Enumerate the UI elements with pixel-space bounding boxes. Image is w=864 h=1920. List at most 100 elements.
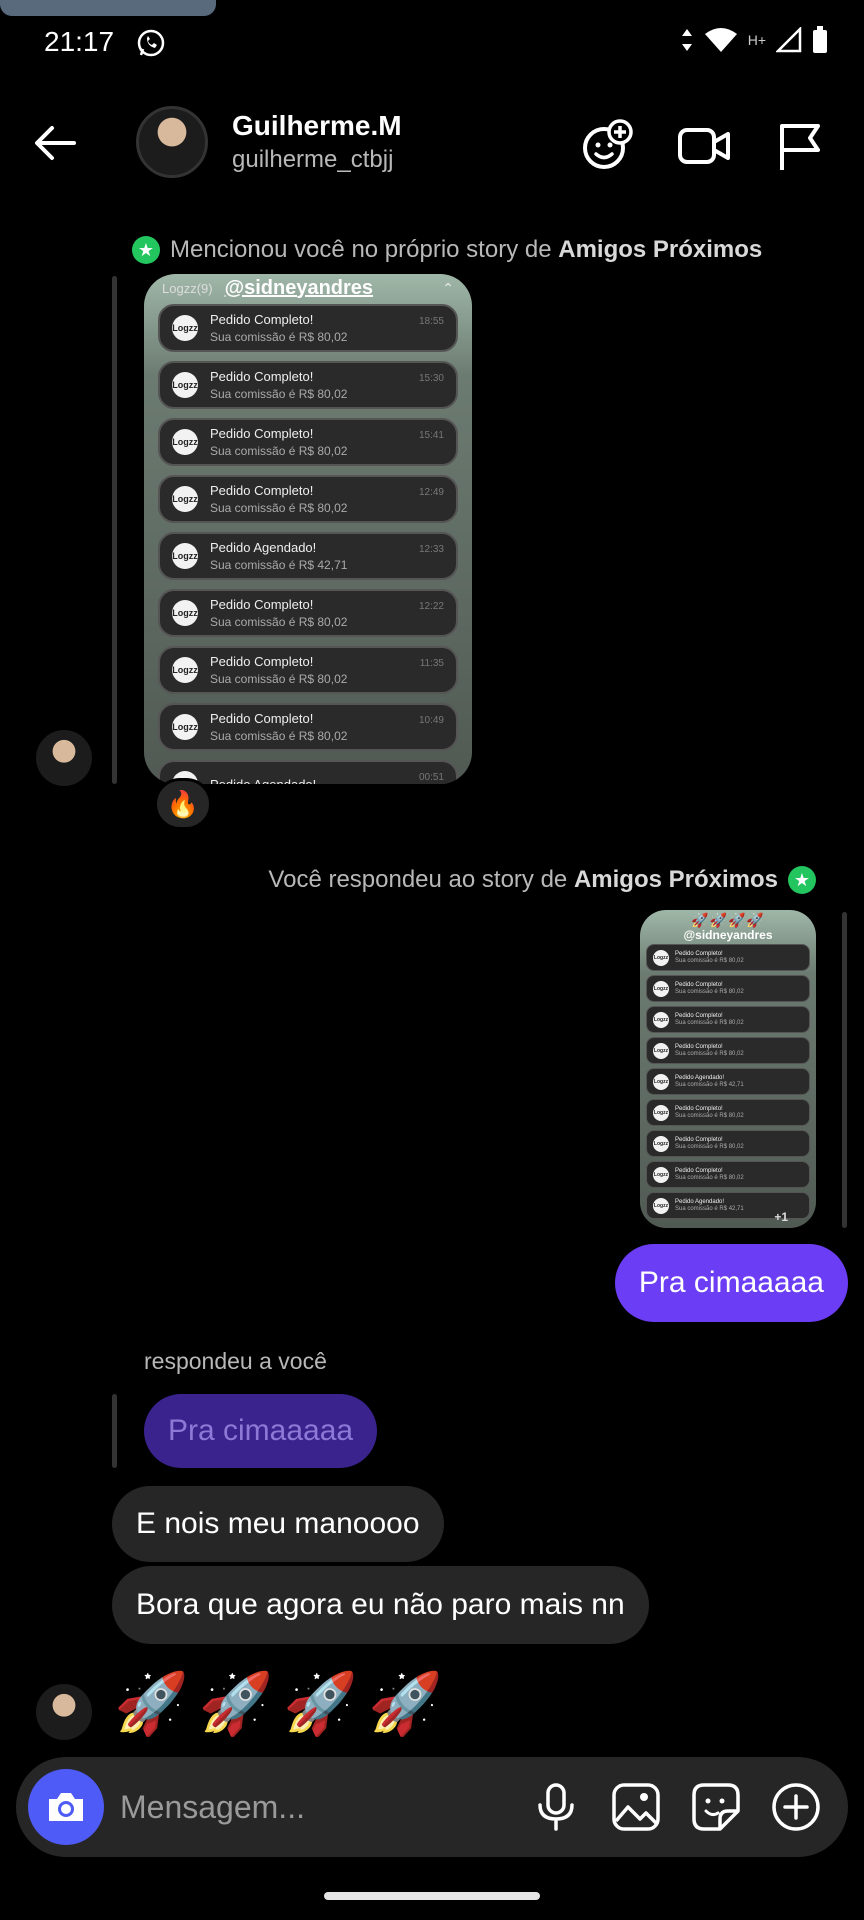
status-bar-pill <box>0 0 216 16</box>
incoming-message[interactable]: E nois meu manoooo <box>112 1486 444 1562</box>
sticker-icon[interactable] <box>690 1781 742 1833</box>
incoming-message[interactable]: Bora que agora eu não paro mais nn <box>112 1566 649 1644</box>
notification-title: Pedido Completo! <box>210 369 314 384</box>
notification-text: Pedido Completo! Sua comissão é R$ 80,02 <box>675 1013 803 1026</box>
message-input[interactable] <box>120 1783 440 1831</box>
notification-text: Pedido Completo! Sua comissão é R$ 80,02 <box>675 1106 803 1119</box>
quoted-text: Pra cimaaaaa <box>168 1414 354 1447</box>
signal-icon <box>776 27 802 53</box>
notification-time: 12:49 <box>418 486 444 498</box>
sender-avatar[interactable] <box>36 1684 92 1740</box>
logzz-logo-icon: Logzz <box>172 372 198 398</box>
quoted-message[interactable]: Pra cimaaaaa <box>144 1394 378 1468</box>
story-notification-row: Logzz Pedido Completo! Sua comissão é R$ 8… <box>646 1130 810 1157</box>
story-mention: @sidneyandres <box>683 928 773 942</box>
story-notification-row: Logzz Pedido Completo! Sua comissão é R$ 8… <box>158 703 458 751</box>
logzz-logo-icon: Logzz <box>653 1135 669 1152</box>
notification-body: Sua comissão é R$ 80,02 <box>210 330 348 344</box>
notification-time: 18:55 <box>418 315 444 327</box>
mention-notice: ★ Mencionou você no próprio story de Ami… <box>132 236 762 264</box>
story-notification-row: Logzz Pedido Completo! Sua comissão é R$ 8… <box>158 589 458 637</box>
notification-title: Pedido Agendado! <box>210 540 317 555</box>
message-text: Pra cimaaaaa <box>638 1266 824 1299</box>
notification-body: Sua comissão é R$ 80,02 <box>210 729 348 743</box>
notification-text: Pedido Completo! Sua comissão é R$ 80,02 <box>210 426 419 458</box>
notification-body: Sua comissão é R$ 80,02 <box>675 1144 744 1150</box>
plus-icon[interactable] <box>770 1781 822 1833</box>
logzz-logo-icon: Logzz <box>172 486 198 512</box>
contact-username[interactable]: guilherme_ctbjj <box>232 146 393 174</box>
logzz-logo-icon: Logzz <box>653 1104 669 1121</box>
notification-body: Sua comissão é R$ 80,02 <box>675 1051 744 1057</box>
notification-time: 12:33 <box>418 543 444 555</box>
notification-title: Pedido Completo! <box>210 654 314 669</box>
flag-icon[interactable] <box>772 118 828 174</box>
story-notification-list: Logzz Pedido Completo! Sua comissão é R$ 8… <box>640 944 816 1219</box>
logzz-logo-icon: Logzz <box>172 543 198 569</box>
reply-notice-bold: Amigos Próximos <box>573 866 778 893</box>
emoji-message[interactable]: 🚀🚀🚀🚀 <box>114 1668 453 1739</box>
story-app-label: Logzz(9) <box>162 280 213 296</box>
story-notification-row: Logzz Pedido Agendado! Sua comissão é R$ 4… <box>646 1068 810 1095</box>
logzz-logo-icon: Logzz <box>653 1042 669 1059</box>
add-effect-icon[interactable] <box>580 118 636 174</box>
notification-text: Pedido Completo! Sua comissão é R$ 80,02 <box>210 597 419 629</box>
microphone-icon[interactable] <box>530 1781 582 1833</box>
notification-title: Pedido Completo! <box>210 483 314 498</box>
sender-avatar[interactable] <box>36 730 92 786</box>
logzz-logo-icon: Logzz <box>653 1073 669 1090</box>
story-preview-outgoing[interactable]: 🚀🚀🚀🚀 @sidneyandres Logzz Pedido Completo!… <box>640 910 816 1228</box>
thread-line <box>112 276 117 784</box>
logzz-logo-icon: Logzz <box>653 1166 669 1183</box>
logzz-logo-icon: Logzz <box>653 1011 669 1028</box>
notification-title: Pedido Completo! <box>210 711 314 726</box>
notification-title: Pedido Completo! <box>675 982 723 988</box>
logzz-logo-icon: Logzz <box>653 1197 669 1214</box>
camera-icon <box>49 1793 83 1821</box>
camera-button[interactable] <box>28 1769 104 1845</box>
fire-emoji: 🔥 <box>166 788 200 819</box>
outgoing-message[interactable]: Pra cimaaaaa <box>614 1244 848 1322</box>
logzz-logo-icon: Logzz <box>172 714 198 740</box>
clock: 21:17 <box>44 26 115 57</box>
story-notification-row: Logzz Pedido Completo! Sua comissão é R$ 8… <box>158 475 458 523</box>
reaction-badge[interactable]: 🔥 <box>154 778 212 830</box>
notification-title: Pedido Completo! <box>210 426 314 441</box>
notification-title: Pedido Completo! <box>675 1044 723 1050</box>
battery-icon <box>813 26 827 53</box>
notification-title: Pedido Completo! <box>675 1137 723 1143</box>
contact-name[interactable]: Guilherme.M <box>232 110 402 142</box>
notification-text: Pedido Completo! Sua comissão é R$ 80,02 <box>675 951 803 964</box>
notification-text: Pedido Completo! Sua comissão é R$ 80,02 <box>210 369 419 401</box>
story-notification-row: Logzz Pedido Completo! Sua comissão é R$ 8… <box>646 1099 810 1126</box>
video-call-icon[interactable] <box>676 118 732 174</box>
story-preview-incoming[interactable]: Logzz(9) @sidneyandres ⌃ Logzz Pedido Com… <box>144 274 472 784</box>
message-text: Bora que agora eu não paro mais nn <box>136 1588 625 1621</box>
notification-text: Pedido Completo! Sua comissão é R$ 80,02 <box>210 483 419 515</box>
story-notification-row: Logzz Pedido Completo! Sua comissão é R$ 8… <box>158 418 458 466</box>
notification-text: Pedido Completo! Sua comissão é R$ 80,02 <box>675 1044 803 1057</box>
story-notification-row: Logzz Pedido Completo! Sua comissão é R$ 8… <box>646 1161 810 1188</box>
notification-body: Sua comissão é R$ 42,71 <box>210 558 348 572</box>
whatsapp-icon <box>137 29 165 57</box>
notification-time: 11:35 <box>419 657 444 669</box>
logzz-logo-icon: Logzz <box>653 949 669 966</box>
notification-time: 12:22 <box>418 600 444 612</box>
mention-notice-bold: Amigos Próximos <box>558 236 763 263</box>
notification-text: Pedido Completo! Sua comissão é R$ 80,02 <box>675 982 803 995</box>
notification-body: Sua comissão é R$ 80,02 <box>675 1113 744 1119</box>
gallery-icon[interactable] <box>610 1781 662 1833</box>
notification-text: Pedido Completo! Sua comissão é R$ 80,02 <box>675 1168 803 1181</box>
notification-text: Pedido Agendado! Sua comissão é R$ 42,71 <box>675 1075 803 1088</box>
notification-title: Pedido Completo! <box>210 312 314 327</box>
contact-avatar[interactable] <box>136 106 208 178</box>
status-bar: 21:17 H+ <box>0 0 864 90</box>
notification-text: Pedido Completo! Sua comissão é R$ 80,02 <box>675 1137 803 1150</box>
back-arrow-icon[interactable] <box>30 118 80 168</box>
notification-time: 00:51 <box>418 771 444 783</box>
notification-time: 15:30 <box>418 372 444 384</box>
notification-body: Sua comissão é R$ 80,02 <box>675 1020 744 1026</box>
notification-text: Pedido Completo! Sua comissão é R$ 80,02 <box>210 312 419 344</box>
home-indicator[interactable] <box>324 1892 540 1900</box>
notification-body: Sua comissão é R$ 80,02 <box>675 958 744 964</box>
